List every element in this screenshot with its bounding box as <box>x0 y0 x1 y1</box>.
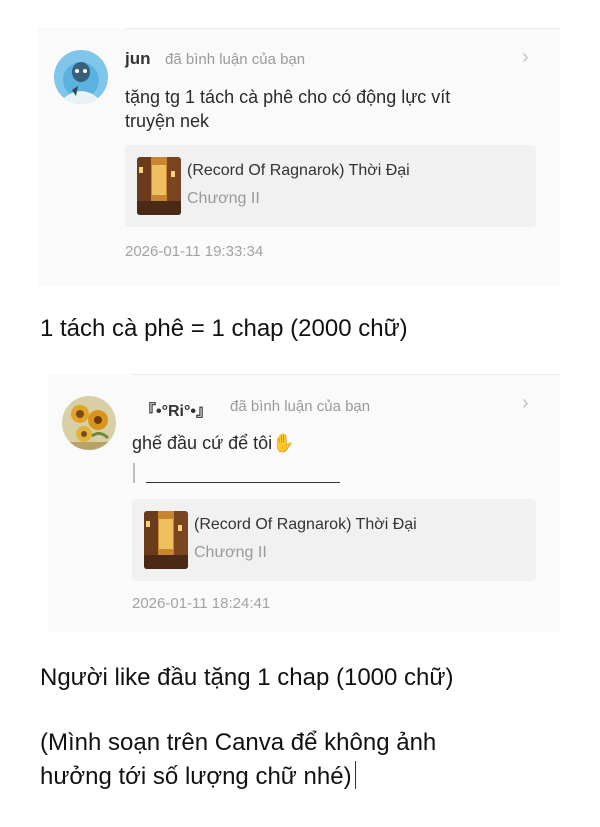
post-text-line: hưởng tới số lượng chữ nhé) <box>40 760 580 794</box>
comment-text-line: truyện nek <box>125 111 210 131</box>
post-text-block[interactable]: (Mình soạn trên Canva để không ảnh hưởng… <box>40 726 580 794</box>
username[interactable]: 『•°Ri°•』 <box>140 397 212 421</box>
story-reference[interactable]: (Record Of Ragnarok) Thời Đại Chương II <box>132 499 536 581</box>
chapter-label: Chương II <box>187 190 260 207</box>
post-text-line: 1 tách cà phê = 1 chap (2000 chữ) <box>40 315 408 342</box>
chevron-right-icon[interactable]: › <box>522 46 529 69</box>
post-text-fragment: hưởng tới số lượng chữ nhé) <box>40 763 352 790</box>
chevron-right-icon[interactable]: › <box>522 392 529 415</box>
username[interactable]: jun <box>125 49 151 69</box>
timestamp: 2026-01-11 18:24:41 <box>132 595 271 612</box>
comment-action-label: đã bình luận của bạn <box>230 398 371 415</box>
divider <box>126 28 560 29</box>
avatar[interactable] <box>62 396 116 450</box>
timestamp: 2026-01-11 19:33:34 <box>125 243 264 260</box>
story-title: (Record Of Ragnarok) Thời Đại <box>194 516 417 533</box>
street-scene-thumbnail-icon <box>137 157 181 215</box>
quote-underline <box>146 482 340 483</box>
story-title: (Record Of Ragnarok) Thời Đại <box>187 162 410 179</box>
street-scene-thumbnail-icon <box>144 511 188 569</box>
text-cursor <box>354 761 357 789</box>
comment-text-line: tặng tg 1 tách cà phê cho có động lực ví… <box>125 87 451 107</box>
post-text-line: (Mình soạn trên Canva để không ảnh <box>40 729 437 756</box>
chapter-label: Chương II <box>194 544 267 561</box>
quote-marker <box>133 463 135 483</box>
post-text-line: Người like đầu tặng 1 chap (1000 chữ) <box>40 664 454 691</box>
blue-character-avatar-icon <box>54 50 108 104</box>
sunflower-painting-avatar-icon <box>62 396 116 450</box>
comment-text: tặng tg 1 tách cà phê cho có động lực ví… <box>125 85 545 133</box>
comment-action-label: đã bình luận của bạn <box>165 51 306 68</box>
comment-card-jun[interactable]: jun đã bình luận của bạn › tặng tg 1 tác… <box>38 28 560 286</box>
story-reference[interactable]: (Record Of Ragnarok) Thời Đại Chương II <box>125 145 536 227</box>
divider <box>132 374 560 375</box>
avatar[interactable] <box>54 50 108 104</box>
comment-text: ghế đầu cứ để tôi✋ <box>132 433 295 453</box>
comment-card-ri[interactable]: 『•°Ri°•』 đã bình luận của bạn › ghế đầu … <box>48 374 560 632</box>
